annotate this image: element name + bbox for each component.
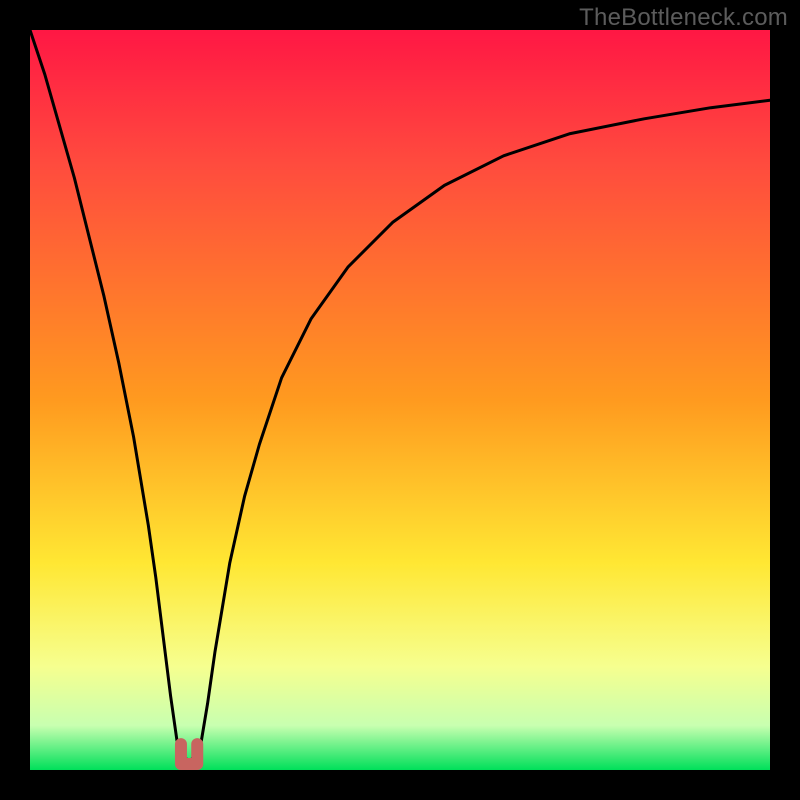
- bottleneck-plot-svg: [0, 0, 800, 800]
- gradient-background: [30, 30, 770, 770]
- chart-container: TheBottleneck.com: [0, 0, 800, 800]
- attribution-watermark: TheBottleneck.com: [579, 4, 788, 32]
